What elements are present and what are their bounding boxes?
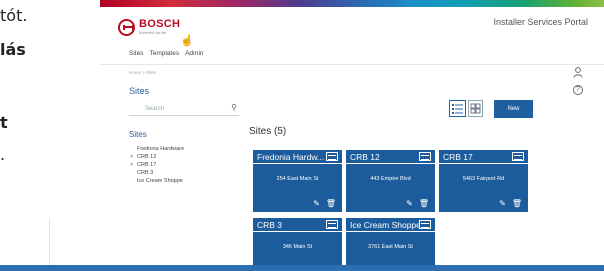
- site-card[interactable]: Ice Cream Shoppe 3761 East Main St: [346, 218, 435, 268]
- building-icon: [326, 220, 338, 229]
- logo-tagline: Invented for life: [139, 30, 167, 35]
- site-card-address: 443 Empire Blvd: [370, 176, 411, 182]
- sites-count-heading: Sites (5): [249, 126, 287, 137]
- delete-trash-icon[interactable]: 🗑: [419, 199, 429, 208]
- site-card-address: 346 Main St: [282, 244, 313, 250]
- sidebar-heading: Sites: [129, 130, 147, 139]
- list-view-icon: [452, 104, 463, 114]
- building-icon: [419, 152, 431, 161]
- nav-item-templates[interactable]: Templates: [149, 50, 179, 57]
- main-nav: Sites Templates Admin: [129, 50, 204, 57]
- site-card-name: Ice Cream Shoppe: [350, 219, 419, 230]
- edit-pencil-icon[interactable]: ✎: [313, 199, 320, 208]
- nav-item-sites[interactable]: Sites: [129, 50, 143, 57]
- building-icon: [419, 220, 431, 229]
- expand-chevron-icon[interactable]: >: [130, 161, 137, 169]
- portal-title: Installer Services Portal: [493, 17, 588, 27]
- bosch-armature-icon: [118, 19, 135, 36]
- site-card-name: CRB 12: [350, 151, 380, 162]
- delete-trash-icon[interactable]: 🗑: [326, 199, 336, 208]
- bottom-status-bar: [0, 265, 604, 271]
- background-text-line: .: [0, 145, 6, 164]
- site-card-address: 3761 East Main St: [368, 244, 413, 250]
- new-site-button[interactable]: New: [494, 100, 533, 118]
- app-window: BOSCH Invented for life Installer Servic…: [100, 0, 604, 271]
- hand-cursor-icon: ☝: [180, 35, 194, 47]
- sidebar-item-crb-12[interactable]: > CRB 12: [130, 153, 184, 161]
- building-icon: [512, 152, 524, 161]
- breadcrumb[interactable]: Home > Sites: [129, 70, 156, 75]
- site-card-address: 5463 Fairport Rd: [462, 176, 505, 182]
- site-card[interactable]: CRB 12 443 Empire Blvd ✎ 🗑: [346, 150, 435, 212]
- sidebar-item-crb-3[interactable]: CRB 3: [130, 169, 184, 177]
- background-decoration: [49, 218, 63, 270]
- help-icon[interactable]: ?: [573, 85, 583, 95]
- grid-view-toggle[interactable]: [468, 100, 483, 117]
- header-divider: [100, 64, 604, 65]
- brand-color-bar: [100, 0, 604, 7]
- background-text-line: t: [0, 113, 8, 132]
- page-title: Sites: [129, 86, 150, 96]
- sidebar-item-ice-cream-shoppe[interactable]: Ice Cream Shoppe: [130, 177, 184, 185]
- nav-item-admin[interactable]: Admin: [185, 50, 203, 57]
- site-card[interactable]: CRB 17 5463 Fairport Rd ✎ 🗑: [439, 150, 528, 212]
- sidebar-site-tree: Fredonia Hardware > CRB 12 > CRB 17 CRB 3 …: [130, 145, 184, 185]
- search-input[interactable]: Search ⚲: [129, 102, 239, 116]
- site-card-name: CRB 17: [443, 151, 473, 162]
- site-card-name: CRB 3: [257, 219, 283, 230]
- site-card[interactable]: CRB 3 346 Main St: [253, 218, 342, 268]
- sidebar-item-fredonia-hardware[interactable]: Fredonia Hardware: [130, 145, 184, 153]
- background-document-fragment: tót. lás t .: [0, 0, 56, 271]
- edit-pencil-icon[interactable]: ✎: [406, 199, 413, 208]
- search-placeholder: Search: [145, 106, 165, 112]
- expand-chevron-icon[interactable]: >: [130, 153, 137, 161]
- delete-trash-icon[interactable]: 🗑: [512, 199, 522, 208]
- logo-word: BOSCH: [139, 18, 181, 30]
- background-text-line: tót.: [0, 6, 28, 25]
- search-icon[interactable]: ⚲: [231, 103, 237, 112]
- list-view-toggle[interactable]: [449, 100, 466, 117]
- user-icon[interactable]: [573, 67, 583, 78]
- building-icon: [326, 152, 338, 161]
- background-text-line: lás: [0, 40, 26, 59]
- site-card-address: 254 East Main St: [276, 176, 319, 182]
- sidebar-item-crb-17[interactable]: > CRB 17: [130, 161, 184, 169]
- site-card-name: Fredonia Hardw...: [257, 151, 325, 162]
- bosch-logo[interactable]: BOSCH Invented for life: [118, 19, 180, 36]
- site-card[interactable]: Fredonia Hardw... 254 East Main St ✎ 🗑: [253, 150, 342, 212]
- grid-view-icon: [470, 103, 481, 114]
- edit-pencil-icon[interactable]: ✎: [499, 199, 506, 208]
